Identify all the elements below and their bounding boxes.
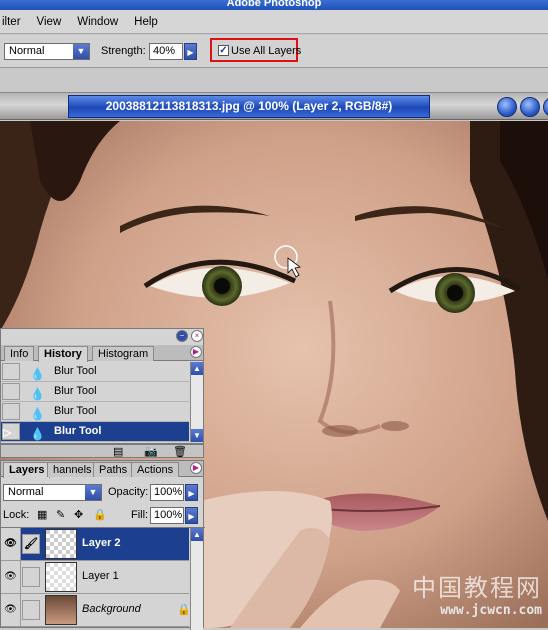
menu-filter[interactable]: ilter — [0, 16, 29, 28]
snapshot-checkbox[interactable] — [2, 363, 20, 380]
document-window-bar: 20038812113818313.jpg @ 100% (Layer 2, R… — [0, 92, 548, 120]
close-icon[interactable] — [543, 97, 548, 117]
layers-tabs: Layers hannels Paths Actions ▶ — [1, 461, 203, 478]
tab-info[interactable]: Info — [4, 346, 35, 361]
snapshot-checkbox[interactable] — [2, 403, 20, 420]
blend-mode-value: Normal — [8, 486, 44, 498]
layer-thumbnail — [45, 595, 77, 625]
layers-list: 👁 🖌 Layer 2 👁 Layer 1 👁 Background 🔒 ▲ — [1, 527, 205, 630]
strength-label: Strength: — [101, 45, 146, 57]
fill-slider-arrow-icon[interactable]: ▶ — [185, 507, 198, 524]
lock-label: Lock: — [3, 509, 30, 521]
panel-menu-icon[interactable]: ▶ — [190, 346, 202, 358]
collapse-icon[interactable]: − — [176, 330, 188, 342]
tab-channels[interactable]: hannels — [47, 462, 98, 477]
eye-icon[interactable]: 👁 — [1, 594, 21, 626]
lock-position-icon[interactable]: ✥ — [74, 508, 83, 521]
chevron-down-icon: ▼ — [73, 44, 89, 59]
lock-icon: 🔒 — [177, 604, 191, 616]
app-title: Adobe Photoshop — [226, 0, 322, 9]
menu-view[interactable]: View — [29, 16, 70, 28]
strength-input[interactable]: 40% — [149, 43, 183, 60]
app-title-bar: Adobe Photoshop — [0, 0, 548, 10]
lock-all-icon[interactable]: 🔒 — [93, 508, 107, 521]
history-item[interactable]: 💧 Blur Tool — [1, 362, 189, 382]
layer-name[interactable]: Background — [82, 603, 141, 615]
menu-window[interactable]: Window — [69, 16, 126, 28]
layer-thumbnail — [45, 562, 77, 592]
use-all-layers-label: Use All Layers — [231, 45, 302, 57]
layer-thumbnail — [45, 529, 77, 559]
lock-transparency-icon[interactable]: ▦ — [37, 508, 47, 521]
scroll-up-icon[interactable]: ▲ — [191, 528, 203, 541]
document-title: 20038812113818313.jpg @ 100% (Layer 2, R… — [68, 95, 430, 118]
layer-name[interactable]: Layer 1 — [82, 570, 119, 582]
trash-icon[interactable]: 🗑 — [173, 445, 187, 458]
link-slot[interactable] — [22, 600, 40, 620]
snapshot-checkbox[interactable] — [2, 383, 20, 400]
layer-name[interactable]: Layer 2 — [82, 537, 121, 549]
lock-image-icon[interactable]: ✎ — [56, 508, 65, 521]
eye-icon[interactable]: 👁 — [1, 528, 21, 560]
menu-bar: ilter View Window Help — [0, 10, 548, 34]
opacity-slider-arrow-icon[interactable]: ▶ — [185, 484, 198, 501]
menu-help[interactable]: Help — [126, 16, 166, 28]
history-item[interactable]: 💧 Blur Tool — [1, 382, 189, 402]
scroll-down-icon[interactable]: ▼ — [191, 429, 203, 442]
history-item-selected[interactable]: ▷ 💧 Blur Tool — [1, 422, 189, 442]
opacity-input[interactable]: 100% — [150, 484, 184, 501]
blend-mode-select[interactable]: Normal ▼ — [3, 484, 102, 501]
layers-scrollbar[interactable]: ▲ — [190, 528, 203, 630]
watermark: 中国教程网 www.jcwcn.com — [412, 568, 542, 618]
watermark-cn: 中国教程网 — [412, 574, 542, 602]
layer-row-layer-1[interactable]: 👁 Layer 1 — [1, 561, 189, 594]
maximize-icon[interactable] — [520, 97, 540, 117]
minimize-icon[interactable] — [497, 97, 517, 117]
history-state-pointer-icon[interactable]: ▷ — [2, 423, 20, 440]
scroll-up-icon[interactable]: ▲ — [191, 362, 203, 375]
layer-row-layer-2[interactable]: 👁 🖌 Layer 2 — [1, 528, 189, 561]
fill-input[interactable]: 100% — [150, 507, 184, 524]
panel-header: − × — [1, 329, 203, 343]
history-toolbar: ▤ 📷 🗑 — [0, 444, 204, 458]
history-list: 💧 Blur Tool 💧 Blur Tool 💧 Blur Tool ▷ 💧 … — [1, 362, 205, 444]
tab-layers[interactable]: Layers — [3, 462, 51, 478]
history-scrollbar[interactable]: ▲ ▼ — [190, 362, 203, 442]
tab-histogram[interactable]: Histogram — [92, 346, 155, 361]
history-item[interactable]: 💧 Blur Tool — [1, 402, 189, 422]
opacity-label: Opacity: — [108, 486, 149, 498]
tab-paths[interactable]: Paths — [93, 462, 134, 477]
snapshot-icon[interactable]: 📷 — [144, 445, 158, 458]
eye-icon[interactable]: 👁 — [1, 561, 21, 593]
chevron-down-icon: ▼ — [85, 485, 101, 500]
brush-icon: 🖌 — [22, 534, 40, 554]
close-icon[interactable]: × — [191, 330, 203, 342]
watermark-url: www.jcwcn.com — [440, 603, 542, 618]
use-all-layers-checkbox[interactable]: ✓ — [218, 45, 229, 56]
history-panel: − × Info History Histogram ▶ 💧 Blur Tool… — [0, 328, 204, 444]
layers-panel: Layers hannels Paths Actions ▶ Normal ▼ … — [0, 460, 205, 630]
blur-tool-icon: 💧 — [30, 427, 45, 441]
strength-slider-arrow-icon[interactable]: ▶ — [184, 43, 197, 60]
layer-row-background[interactable]: 👁 Background 🔒 — [1, 594, 191, 627]
new-document-icon[interactable]: ▤ — [113, 445, 123, 458]
fill-label: Fill: — [131, 509, 149, 521]
history-tabs: Info History Histogram ▶ — [1, 345, 203, 362]
mode-select[interactable]: Normal ▼ — [4, 43, 90, 60]
link-slot[interactable] — [22, 567, 40, 587]
tab-history[interactable]: History — [38, 346, 88, 362]
panel-menu-icon[interactable]: ▶ — [190, 462, 202, 474]
mode-value: Normal — [9, 45, 45, 57]
tab-actions[interactable]: Actions — [131, 462, 180, 477]
